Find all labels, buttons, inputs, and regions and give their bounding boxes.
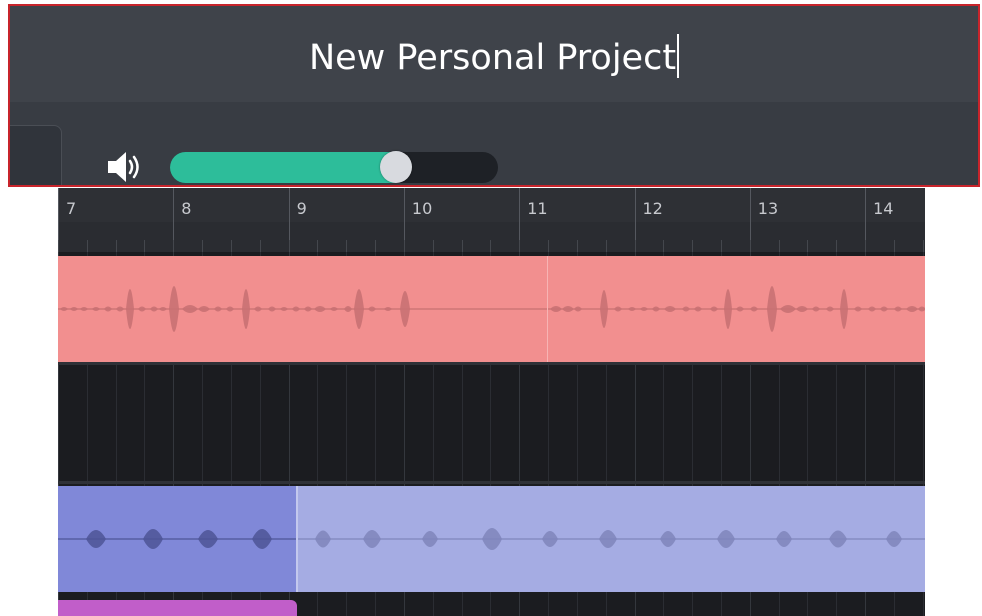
ruler-minor-tick	[720, 240, 722, 252]
ruler-numbers: 7 8 9 10 11 12 13 14	[58, 188, 925, 222]
track-separator	[58, 362, 925, 365]
ruler-minor-tick	[346, 240, 348, 252]
ruler-minor-tick	[259, 240, 261, 252]
ruler-minor-tick	[288, 240, 290, 252]
ruler-minor-tick	[749, 240, 751, 252]
ruler-minor-tick	[230, 240, 232, 252]
ruler-label: 8	[181, 199, 192, 218]
volume-slider[interactable]	[170, 151, 498, 183]
ruler-minor-tick	[605, 240, 607, 252]
ruler-minor-tick	[548, 240, 550, 252]
audio-clip[interactable]	[547, 256, 925, 362]
project-title-input[interactable]: New Personal Project	[10, 34, 978, 78]
audio-clip[interactable]	[296, 486, 925, 592]
volume-fill	[170, 152, 397, 183]
ruler-minor-tick	[403, 240, 405, 252]
ruler-minor-tick	[461, 240, 463, 252]
ruler-minor-tick	[663, 240, 665, 252]
waveform	[548, 286, 925, 332]
project-title-text: New Personal Project	[308, 38, 677, 78]
audio-clip[interactable]	[58, 600, 297, 616]
ruler-minor-tick	[86, 240, 88, 252]
ruler-minor-tick	[807, 240, 809, 252]
ruler-label: 12	[642, 199, 663, 218]
timeline-ruler[interactable]: 7 8 9 10 11 12 13 14	[58, 188, 925, 252]
timeline[interactable]: 7 8 9 10 11 12 13 14	[58, 188, 925, 616]
ruler-minor-tick	[317, 240, 319, 252]
audio-clip-selected[interactable]	[58, 486, 296, 592]
ruler-minor-tick	[490, 240, 492, 252]
side-tab[interactable]	[10, 125, 62, 185]
ruler-minor-tick	[576, 240, 578, 252]
ruler-label: 13	[757, 199, 779, 218]
project-header: New Personal Project	[8, 4, 980, 187]
title-bar: New Personal Project	[10, 6, 978, 102]
ruler-label: 11	[527, 199, 548, 218]
ruler-minor-tick	[202, 240, 204, 252]
ruler-minor-tick	[144, 240, 146, 252]
ruler-minor-tick	[692, 240, 694, 252]
ruler-minor-tick	[519, 240, 521, 252]
ruler-minor-tick	[865, 240, 867, 252]
text-caret	[677, 34, 680, 78]
ruler-label: 10	[411, 199, 433, 218]
waveform	[58, 529, 296, 549]
ruler-minor-tick	[778, 240, 780, 252]
ruler-minor-tick	[634, 240, 636, 252]
speaker-icon[interactable]	[106, 150, 146, 184]
waveform	[298, 528, 925, 550]
header-toolbar	[10, 102, 978, 185]
ruler-minor-tick	[432, 240, 434, 252]
volume-knob[interactable]	[380, 151, 413, 183]
waveform	[58, 286, 547, 332]
ruler-minor-tick	[836, 240, 838, 252]
ruler-label: 14	[873, 199, 894, 218]
ruler-minor-tick	[375, 240, 377, 252]
ruler-minor-tick	[893, 240, 895, 252]
ruler-minor-tick	[58, 240, 59, 252]
audio-clip[interactable]	[58, 256, 547, 362]
ruler-label: 7	[66, 199, 77, 218]
ruler-label: 9	[296, 199, 307, 218]
track-separator	[58, 481, 925, 484]
ruler-minor-tick	[173, 240, 175, 252]
ruler-minor-tick	[115, 240, 117, 252]
ruler-minor-tick	[922, 240, 924, 252]
